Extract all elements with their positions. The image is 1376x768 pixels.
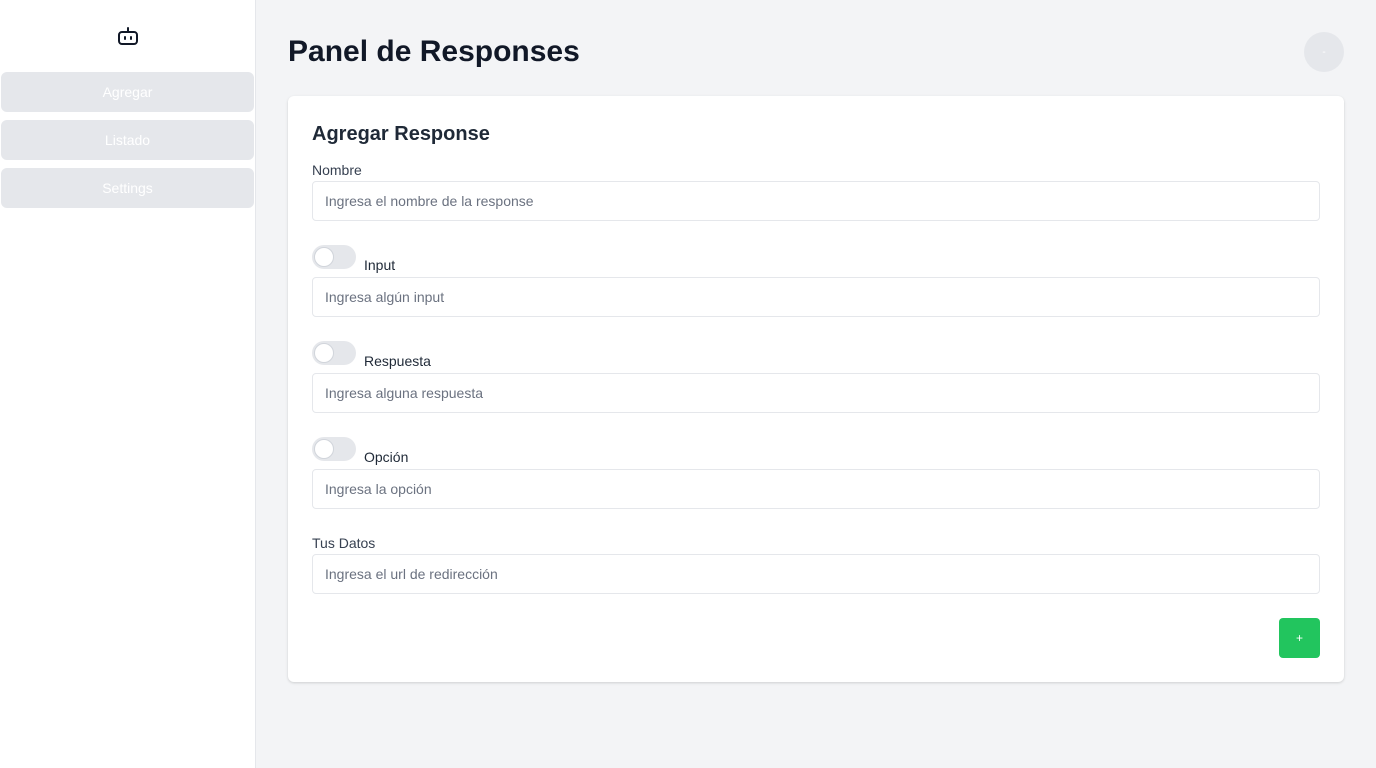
- input-toggle-row: Input: [312, 245, 1320, 273]
- sidebar-item-label: Listado: [104, 132, 151, 148]
- avatar-label: -: [1322, 46, 1326, 58]
- respuesta-toggle-row: Respuesta: [312, 341, 1320, 369]
- page-title: Panel de Responses: [288, 35, 580, 68]
- sidebar-item-label: Settings: [102, 180, 153, 196]
- opcion-label: Opción: [364, 449, 409, 465]
- sidebar-item-label: Agregar: [102, 84, 153, 100]
- respuesta-input[interactable]: [312, 373, 1320, 413]
- tus-datos-input[interactable]: [312, 554, 1320, 594]
- input-toggle[interactable]: [312, 245, 356, 269]
- toggle-knob: [314, 247, 334, 267]
- sidebar-nav: Agregar Listado Settings: [0, 72, 255, 208]
- logo: [0, 0, 255, 72]
- nombre-field-group: Nombre: [312, 160, 1320, 221]
- card-title: Agregar Response: [312, 123, 490, 145]
- opcion-input[interactable]: [312, 469, 1320, 509]
- input-field-group: Input: [312, 245, 1320, 317]
- sidebar: Agregar Listado Settings: [0, 0, 256, 768]
- sidebar-item-settings[interactable]: Settings: [1, 168, 254, 208]
- app-root: Agregar Listado Settings Panel de Respon…: [0, 0, 1376, 768]
- nombre-input[interactable]: [312, 181, 1320, 221]
- add-response-card: Agregar Response Nombre Input Respuesta: [288, 96, 1344, 682]
- respuesta-label: Respuesta: [364, 353, 431, 369]
- toggle-knob: [314, 343, 334, 363]
- input-input[interactable]: [312, 277, 1320, 317]
- sidebar-item-listado[interactable]: Listado: [1, 120, 254, 160]
- avatar-button[interactable]: -: [1304, 32, 1344, 72]
- tus-datos-field-group: Tus Datos: [312, 533, 1320, 594]
- opcion-toggle[interactable]: [312, 437, 356, 461]
- opcion-toggle-row: Opción: [312, 437, 1320, 465]
- respuesta-field-group: Respuesta: [312, 341, 1320, 413]
- sidebar-item-agregar[interactable]: Agregar: [1, 72, 254, 112]
- add-button[interactable]: +: [1279, 618, 1320, 658]
- form-actions: +: [312, 618, 1320, 658]
- robot-icon: [116, 24, 140, 48]
- nombre-label: Nombre: [312, 162, 362, 178]
- opcion-field-group: Opción: [312, 437, 1320, 509]
- input-label: Input: [364, 257, 396, 273]
- toggle-knob: [314, 439, 334, 459]
- main-content: Panel de Responses - Agregar Response No…: [256, 0, 1376, 768]
- tus-datos-label: Tus Datos: [312, 535, 376, 551]
- respuesta-toggle[interactable]: [312, 341, 356, 365]
